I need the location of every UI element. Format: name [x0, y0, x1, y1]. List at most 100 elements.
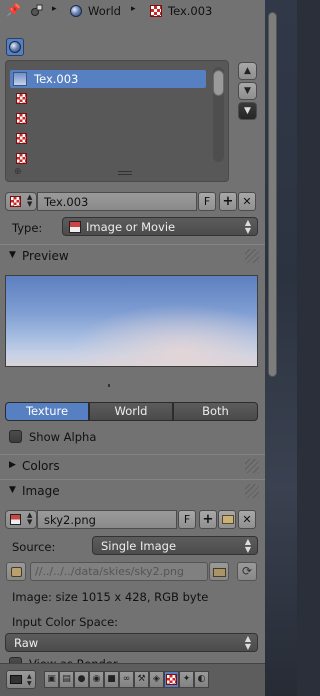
add-slot-icon[interactable]: ⊕: [14, 167, 22, 177]
texture-name-field[interactable]: Tex.003: [37, 192, 197, 211]
color-space-dropdown[interactable]: Raw ▲ ▼: [5, 633, 258, 652]
open-image-button[interactable]: [218, 510, 236, 529]
tab-both[interactable]: Both: [173, 402, 258, 421]
render-context-button[interactable]: ▣: [44, 671, 59, 688]
texture-icon: [150, 5, 162, 17]
reload-image-button[interactable]: ⟳: [237, 562, 257, 581]
texture-icon: [16, 93, 27, 104]
list-item[interactable]: Tex.003: [10, 70, 206, 88]
preview-panel-header[interactable]: ▼ Preview: [0, 244, 265, 268]
texture-type-value: Image or Movie: [86, 220, 176, 234]
list-item[interactable]: [10, 150, 206, 168]
unlink-texture-button[interactable]: ✕: [238, 192, 256, 211]
panel-drag-grip[interactable]: [245, 484, 259, 498]
panel-drag-grip[interactable]: [245, 459, 259, 473]
new-texture-button[interactable]: +: [219, 192, 237, 211]
show-alpha-checkbox[interactable]: [9, 430, 22, 443]
chevron-right-icon: ▸: [52, 4, 57, 14]
show-alpha-label: Show Alpha: [29, 430, 97, 444]
object-context-button[interactable]: ■: [104, 671, 119, 688]
slot-label: Tex.003: [34, 72, 79, 86]
scrollbar-thumb[interactable]: [213, 70, 224, 96]
preview-type-tabs: Texture World Both: [5, 402, 258, 421]
image-panel-title: Image: [22, 484, 60, 498]
particles-context-button[interactable]: ✦: [179, 671, 194, 688]
chevron-updown-icon: ▲ ▼: [27, 511, 33, 526]
modifiers-context-button[interactable]: ⚒: [134, 671, 149, 688]
particles-icon: ✦: [182, 674, 191, 684]
texture-icon: [10, 196, 21, 207]
move-slot-up-button[interactable]: ▲: [238, 62, 257, 80]
pin-icon[interactable]: 📌: [6, 3, 21, 17]
pack-image-button[interactable]: [6, 562, 26, 581]
data-icon: ◈: [153, 674, 160, 684]
slot-specials-menu-button[interactable]: ▼: [238, 102, 257, 120]
image-icon: [10, 514, 21, 525]
texture-type-dropdown[interactable]: Image or Movie ▲ ▼: [62, 217, 258, 236]
tab-world[interactable]: World: [89, 402, 173, 421]
texture-name-text: Tex.003: [44, 195, 89, 209]
image-type-icon: [69, 221, 81, 233]
image-name-field[interactable]: sky2.png: [37, 510, 177, 529]
breadcrumb-world[interactable]: World: [88, 4, 121, 18]
world-context-button[interactable]: ◉: [89, 671, 104, 688]
expand-triangle-icon: ▼: [9, 485, 16, 495]
editor-type-button[interactable]: ▲ ▼: [6, 670, 36, 689]
color-space-label: Input Color Space:: [12, 615, 119, 629]
fake-user-button[interactable]: F: [198, 192, 216, 211]
render-layers-icon: ▤: [62, 674, 71, 684]
image-fake-user-button[interactable]: F: [178, 510, 196, 529]
texture-preview-icon: [13, 72, 27, 86]
constraints-context-button[interactable]: ∞: [119, 671, 134, 688]
type-label: Type:: [12, 221, 43, 235]
move-slot-down-button[interactable]: ▼: [238, 82, 257, 100]
breadcrumb-texture[interactable]: Tex.003: [168, 4, 212, 18]
colors-panel-header[interactable]: ▶ Colors: [0, 454, 265, 478]
browse-file-button[interactable]: [209, 562, 229, 581]
chevron-updown-icon: ▲ ▼: [244, 218, 251, 235]
wrench-icon: ⚒: [137, 674, 146, 684]
texture-browse-button[interactable]: ▲ ▼: [5, 192, 37, 211]
world-texture-context-button[interactable]: [6, 38, 24, 56]
image-filepath-field[interactable]: //../../../data/skies/sky2.png: [30, 562, 208, 581]
texture-preview-image: [5, 275, 258, 387]
color-space-value: Raw: [14, 636, 39, 650]
preview-detail: [108, 384, 110, 387]
world-icon: ◉: [92, 674, 101, 684]
image-browse-button[interactable]: ▲ ▼: [5, 510, 37, 529]
list-resize-grip[interactable]: [118, 171, 132, 175]
camera-icon: ▣: [47, 674, 56, 684]
render-layers-context-button[interactable]: ▤: [59, 671, 74, 688]
texture-icon: [16, 113, 27, 124]
scene-icon: ●: [77, 674, 86, 684]
list-item[interactable]: [10, 90, 206, 108]
texture-icon: [166, 674, 177, 685]
reload-icon: ⟳: [241, 564, 253, 578]
slot-list-scrollbar[interactable]: [213, 67, 224, 162]
preview-panel-title: Preview: [22, 249, 69, 263]
data-context-button[interactable]: ◈: [149, 671, 164, 688]
image-panel-header[interactable]: ▼ Image: [0, 479, 265, 503]
texture-context-icon: [30, 3, 43, 17]
new-image-button[interactable]: +: [199, 510, 217, 529]
package-icon: [11, 567, 22, 577]
folder-icon: [213, 568, 226, 577]
list-item[interactable]: [10, 130, 206, 148]
chevron-updown-icon: ▲ ▼: [244, 537, 251, 554]
unlink-image-button[interactable]: ✕: [238, 510, 256, 529]
chevron-right-icon: ▸: [131, 4, 136, 14]
list-item[interactable]: [10, 110, 206, 128]
image-source-dropdown[interactable]: Single Image ▲ ▼: [92, 536, 258, 555]
chevron-updown-icon: ▲ ▼: [27, 673, 32, 687]
image-source-value: Single Image: [101, 539, 177, 553]
properties-scrollbar[interactable]: [268, 12, 277, 377]
constraint-icon: ∞: [122, 674, 131, 684]
scene-context-button[interactable]: ●: [74, 671, 89, 688]
texture-context-button[interactable]: [164, 671, 179, 688]
image-name-text: sky2.png: [44, 513, 96, 527]
texture-slot-list[interactable]: Tex.003 ⊕: [5, 60, 229, 182]
panel-drag-grip[interactable]: [245, 249, 259, 263]
collapsed-triangle-icon: ▶: [9, 460, 16, 470]
physics-context-button[interactable]: ◐: [194, 671, 209, 688]
tab-texture[interactable]: Texture: [5, 402, 89, 421]
